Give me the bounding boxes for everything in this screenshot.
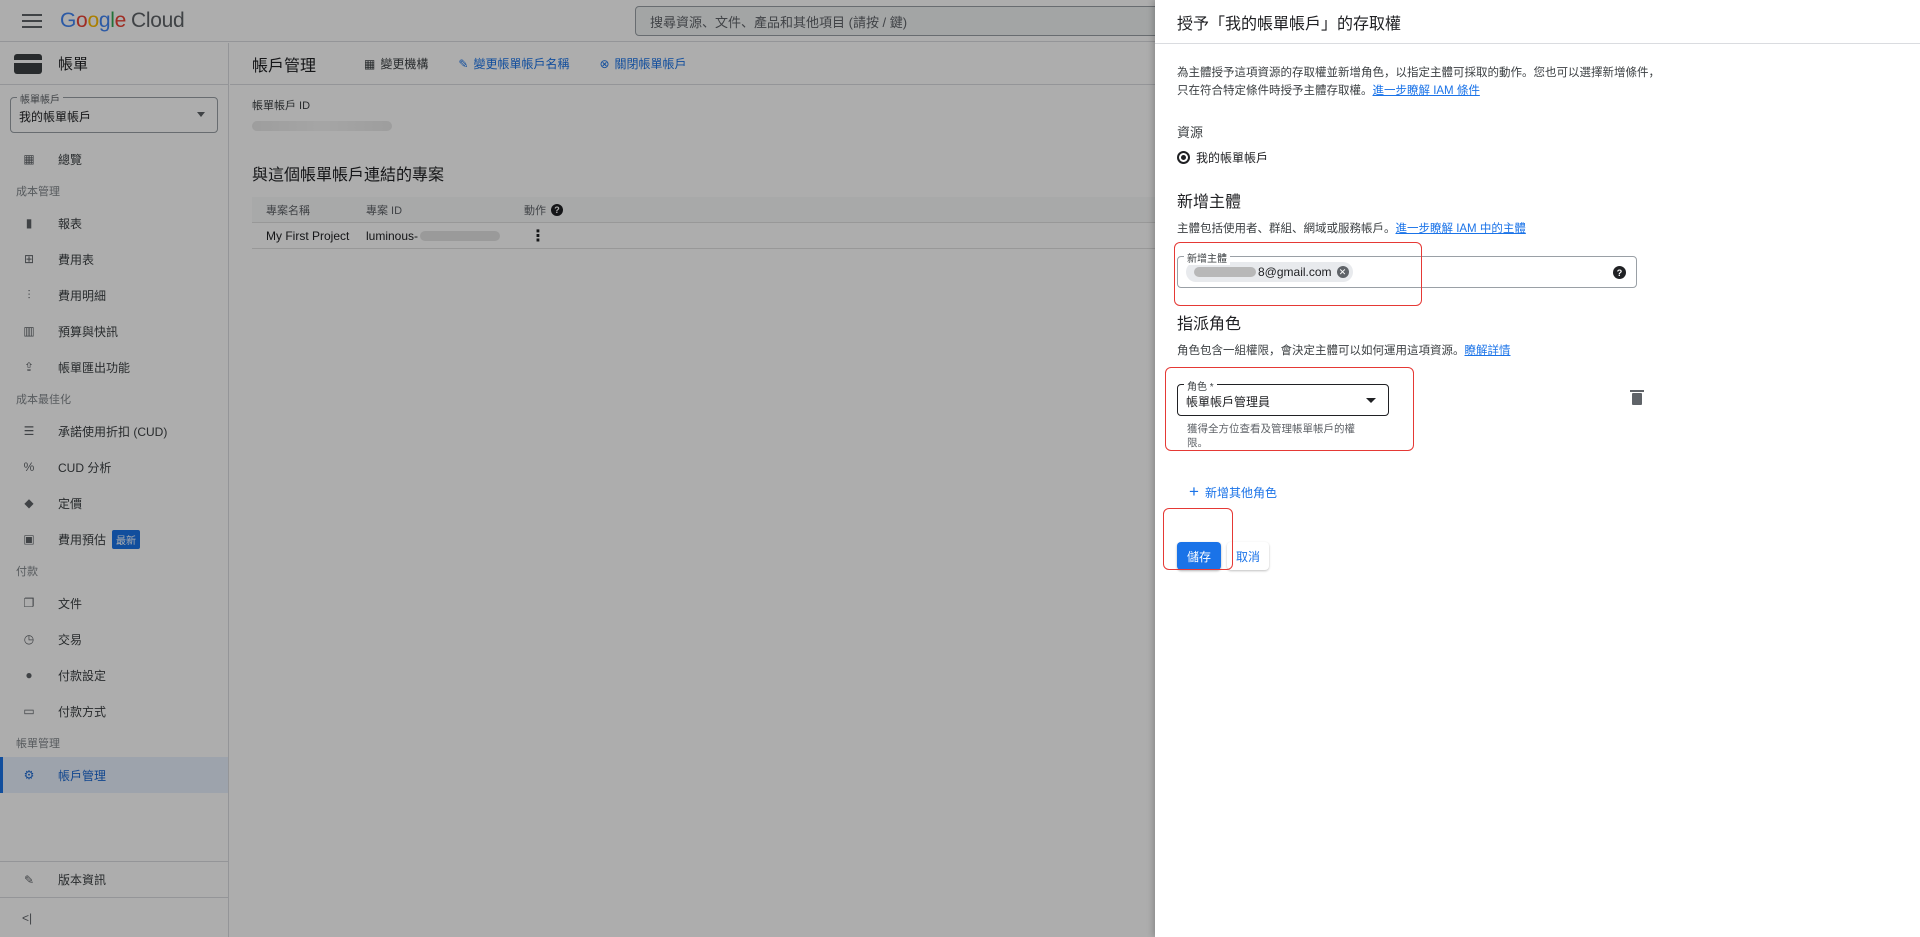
assign-role-title: 指派角色 (1177, 316, 1242, 333)
iam-principals-link[interactable]: 進一步瞭解 IAM 中的主體 (1396, 223, 1526, 235)
remove-chip-icon[interactable]: ✕ (1336, 266, 1349, 278)
billing-account-icon (1177, 151, 1190, 164)
cancel-button[interactable]: 取消 (1227, 542, 1269, 570)
help-icon[interactable]: ? (1613, 266, 1626, 279)
role-select-label: 角色 * (1184, 378, 1217, 393)
principal-input[interactable]: 新增主體 8@gmail.com ✕ ? (1177, 250, 1637, 288)
email-redacted (1194, 267, 1256, 277)
role-select[interactable]: 角色 * 帳單帳戶管理員 (1177, 378, 1389, 416)
grant-access-panel: 授予「我的帳單帳戶」的存取權 為主體授予這項資源的存取權並新增角色，以指定主體可… (1155, 0, 1920, 937)
assign-role-description: 角色包含一組權限，會決定主體可以如何運用這項資源。瞭解詳情 (1177, 345, 1511, 357)
learn-more-link[interactable]: 瞭解詳情 (1465, 345, 1511, 357)
save-button[interactable]: 儲存 (1177, 542, 1221, 570)
principal-chip[interactable]: 8@gmail.com ✕ (1186, 262, 1353, 282)
principal-input-label: 新增主體 (1184, 250, 1230, 265)
add-role-button[interactable]: + 新增其他角色 (1189, 482, 1898, 502)
add-principal-title: 新增主體 (1177, 194, 1242, 211)
modal-backdrop[interactable] (0, 0, 1155, 937)
panel-description: 為主體授予這項資源的存取權並新增角色，以指定主體可採取的動作。您也可以選擇新增條… (1177, 67, 1660, 97)
resource-value: 我的帳單帳戶 (1177, 149, 1898, 166)
role-row: 角色 * 帳單帳戶管理員 獲得全方位查看及管理帳單帳戶的權限。 (1177, 376, 1898, 466)
plus-icon: + (1189, 482, 1199, 501)
panel-title: 授予「我的帳單帳戶」的存取權 (1155, 0, 1920, 44)
role-select-value: 帳單帳戶管理員 (1186, 395, 1271, 409)
role-hint: 獲得全方位查看及管理帳單帳戶的權限。 (1187, 423, 1355, 449)
add-principal-description: 主體包括使用者、群組、網域或服務帳戶。進一步瞭解 IAM 中的主體 (1177, 223, 1526, 235)
dropdown-arrow-icon (1366, 398, 1376, 403)
delete-icon[interactable] (1630, 390, 1644, 405)
iam-conditions-link[interactable]: 進一步瞭解 IAM 條件 (1373, 85, 1480, 97)
resource-label: 資源 (1177, 125, 1204, 140)
panel-body: 為主體授予這項資源的存取權並新增角色，以指定主體可採取的動作。您也可以選擇新增條… (1155, 64, 1920, 570)
panel-actions: 儲存 取消 (1177, 542, 1898, 570)
